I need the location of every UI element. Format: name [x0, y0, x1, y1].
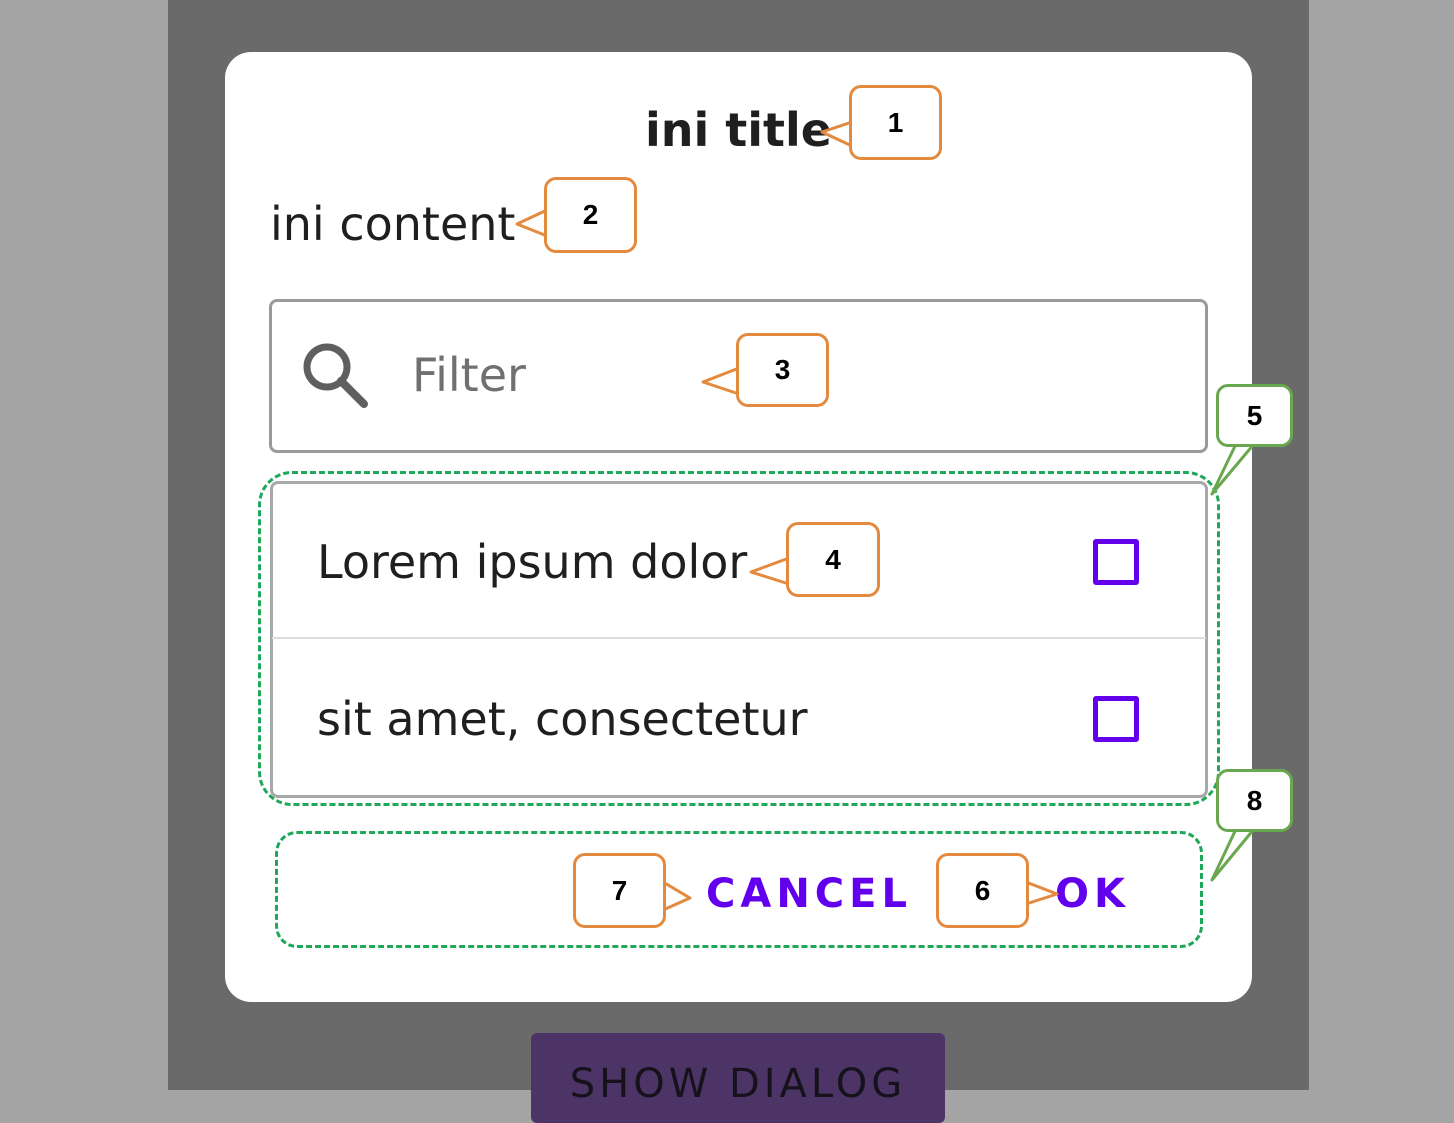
- list-annotation-outline: [258, 471, 1220, 806]
- annotation-callout: 6: [936, 853, 1029, 928]
- annotation-callout: 4: [786, 522, 880, 597]
- annotation-callout: 3: [736, 333, 829, 407]
- dialog-title: ini title: [644, 103, 832, 157]
- annotation-callout: 7: [573, 853, 666, 928]
- buttons-annotation-outline: [275, 831, 1203, 948]
- annotation-callout: 8: [1216, 769, 1293, 832]
- annotation-callout: 1: [849, 85, 942, 160]
- annotation-callout: 2: [544, 177, 637, 253]
- show-dialog-button: SHOW DIALOG: [531, 1033, 945, 1123]
- search-icon: [303, 343, 368, 408]
- dialog-content-text: ini content: [270, 197, 516, 251]
- annotation-callout: 5: [1216, 384, 1293, 447]
